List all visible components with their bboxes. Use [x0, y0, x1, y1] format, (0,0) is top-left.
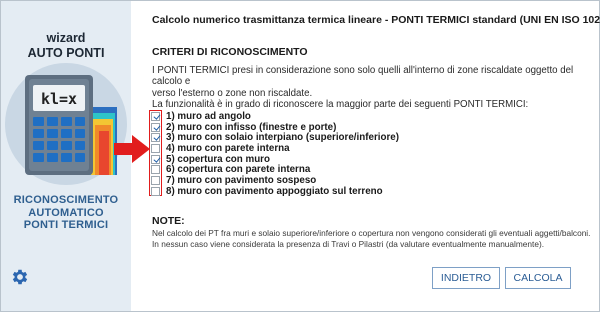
criterion-label: 7) muro con pavimento sospeso — [166, 174, 317, 186]
criterion-copertura-con-muro[interactable]: 5) copertura con muro — [151, 154, 399, 165]
checkbox[interactable] — [151, 175, 160, 185]
checkbox[interactable] — [151, 143, 160, 153]
calculator-illustration: kl=x — [5, 63, 127, 185]
criterion-muro-con-parete-interna[interactable]: 4) muro con parete interna — [151, 143, 399, 154]
note-line2: In nessun caso viene considerata la pres… — [152, 238, 545, 249]
criterion-muro-ad-angolo[interactable]: 1) muro ad angolo — [151, 111, 399, 122]
criterion-label: 8) muro con pavimento appoggiato sul ter… — [166, 185, 383, 197]
checkbox[interactable] — [151, 133, 160, 143]
intro-line2: verso l'esterno o zone non riscaldate. — [152, 87, 313, 99]
note-title: NOTE: — [152, 215, 185, 227]
intro-line1: I PONTI TERMICI presi in considerazione … — [152, 65, 574, 88]
caption-line3: PONTI TERMICI — [23, 219, 109, 231]
criterion-muro-con-infisso[interactable]: 2) muro con infisso (finestre e porte) — [151, 122, 399, 133]
criterion-label: 3) muro con solaio interpiano (superiore… — [166, 132, 399, 144]
checkbox[interactable] — [151, 111, 160, 121]
checkbox[interactable] — [151, 186, 160, 196]
criterion-label: 4) muro con parete interna — [166, 142, 290, 154]
wizard-caption: RICONOSCIMENTO AUTOMATICO PONTI TERMICI — [1, 194, 131, 232]
wizard-title-line1: wizard — [46, 31, 86, 45]
criteria-list: 1) muro ad angolo 2) muro con infisso (f… — [151, 111, 399, 197]
checkbox[interactable] — [151, 122, 160, 132]
calculator-display-text: kl=x — [41, 90, 77, 108]
page-title: Calcolo numerico trasmittanza termica li… — [152, 14, 600, 26]
checkbox[interactable] — [151, 165, 160, 175]
intro-text: I PONTI TERMICI presi in considerazione … — [152, 65, 592, 111]
note-line1: Nel calcolo dei PT fra muri e solaio sup… — [152, 228, 591, 238]
pointer-arrow-icon — [114, 135, 150, 163]
intro-line3: La funzionalità è in grado di riconoscer… — [152, 99, 529, 111]
note-text: Nel calcolo dei PT fra muri e solaio sup… — [152, 228, 592, 249]
criterion-label: 6) copertura con parete interna — [166, 164, 311, 176]
caption-line1: RICONOSCIMENTO — [13, 194, 119, 206]
wizard-window: wizard AUTO PONTI kl=x RICONOSCIMENTO AU… — [0, 0, 600, 312]
criterion-label: 5) copertura con muro — [166, 153, 270, 165]
checkbox[interactable] — [151, 154, 160, 164]
back-button[interactable]: INDIETRO — [432, 267, 500, 289]
gear-icon[interactable] — [10, 267, 30, 287]
wizard-sidebar: wizard AUTO PONTI kl=x RICONOSCIMENTO AU… — [1, 1, 131, 311]
criterion-label: 2) muro con infisso (finestre e porte) — [166, 121, 337, 133]
criterion-label: 1) muro ad angolo — [166, 110, 251, 122]
section-title: CRITERI DI RICONOSCIMENTO — [152, 46, 308, 58]
criterion-pavimento-terreno[interactable]: 8) muro con pavimento appoggiato sul ter… — [151, 186, 399, 197]
caption-line2: AUTOMATICO — [28, 206, 104, 219]
calculate-button[interactable]: CALCOLA — [505, 267, 571, 289]
wizard-title-line2: AUTO PONTI — [27, 46, 105, 60]
criterion-muro-con-solaio[interactable]: 3) muro con solaio interpiano (superiore… — [151, 132, 399, 143]
criterion-pavimento-sospeso[interactable]: 7) muro con pavimento sospeso — [151, 175, 399, 186]
criterion-copertura-con-parete[interactable]: 6) copertura con parete interna — [151, 164, 399, 175]
